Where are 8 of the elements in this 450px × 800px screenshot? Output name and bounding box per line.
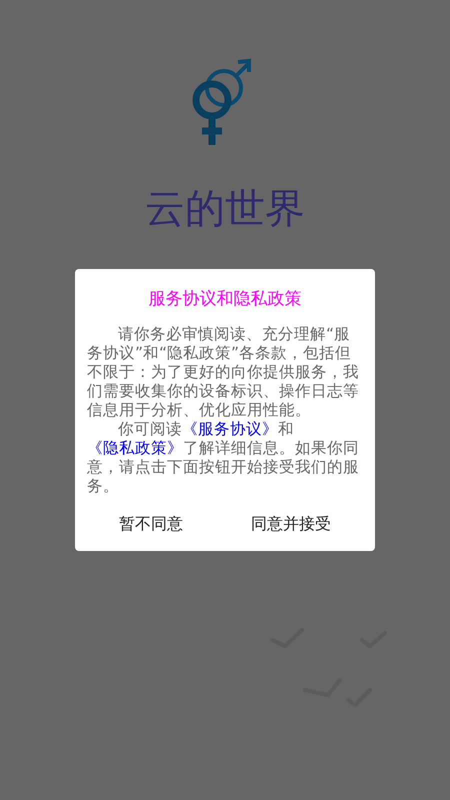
dialog-button[interactable]: 暂不同意: [109, 510, 193, 539]
policy-link[interactable]: 《服务协议》: [182, 420, 278, 438]
policy-link[interactable]: 《隐私政策》: [87, 439, 183, 457]
dialog-paragraph: 你可阅读《服务协议》和 《隐私政策》了解详细信息。如果你同意，请点击下面按钮开始接受我们的服务。: [87, 420, 360, 496]
dialog-title: 服务协议和隐私政策: [148, 288, 302, 311]
dialog-paragraph: 请你务必审慎阅读、充分理解“服务协议”和“隐私政策”各条款，包括但不限于：为了更好的向你提供服务，我们需要收集你的设备标识、操作日志等信息用于分析、优化应用性能。: [87, 325, 360, 420]
app-title: 云的世界: [145, 185, 305, 234]
dialog-button[interactable]: 同意并接受: [241, 510, 341, 539]
